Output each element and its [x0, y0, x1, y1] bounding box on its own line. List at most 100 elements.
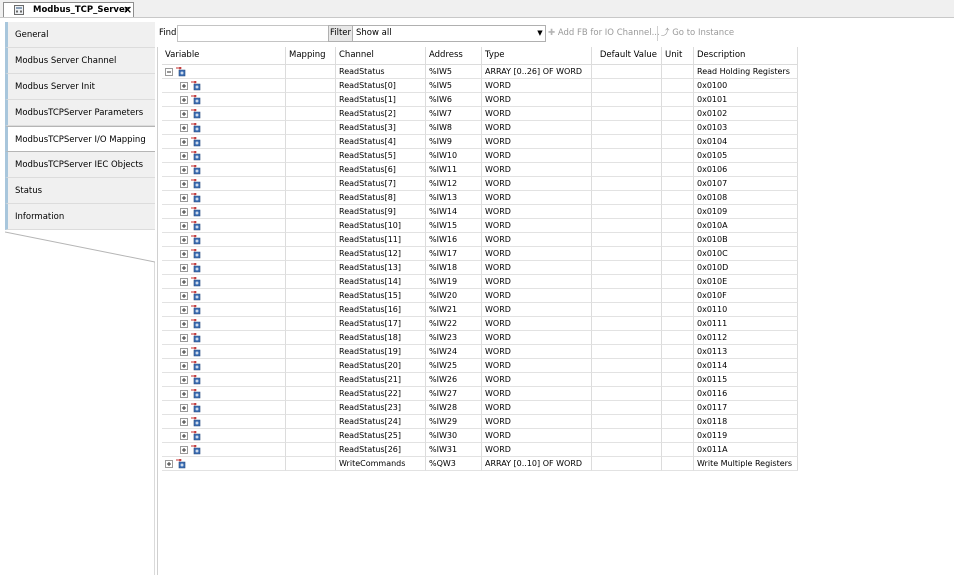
mapping-cell[interactable]	[286, 457, 336, 471]
unit-cell[interactable]	[662, 163, 694, 177]
table-row[interactable]: ReadStatus[19] %IW24 WORD 0x0113	[162, 345, 798, 359]
address-cell[interactable]: %IW20	[426, 289, 482, 303]
table-row[interactable]: ReadStatus[0] %IW5 WORD 0x0100	[162, 79, 798, 93]
mapping-cell[interactable]	[286, 191, 336, 205]
table-row[interactable]: ReadStatus[8] %IW13 WORD 0x0108	[162, 191, 798, 205]
type-cell[interactable]: WORD	[482, 303, 592, 317]
description-cell[interactable]: 0x0113	[694, 345, 798, 359]
channel-cell[interactable]: ReadStatus[6]	[336, 163, 426, 177]
column-header-unit[interactable]: Unit	[662, 47, 694, 64]
channel-cell[interactable]: ReadStatus[2]	[336, 107, 426, 121]
default-value-cell[interactable]	[592, 79, 662, 93]
tree-collapse-icon[interactable]	[165, 68, 173, 76]
column-header-type[interactable]: Type	[482, 47, 592, 64]
unit-cell[interactable]	[662, 457, 694, 471]
address-cell[interactable]: %IW24	[426, 345, 482, 359]
type-cell[interactable]: WORD	[482, 261, 592, 275]
table-row[interactable]: ReadStatus %IW5 ARRAY [0..26] OF WORD Read …	[162, 65, 798, 79]
default-value-cell[interactable]	[592, 275, 662, 289]
description-cell[interactable]: 0x010E	[694, 275, 798, 289]
channel-cell[interactable]: ReadStatus[17]	[336, 317, 426, 331]
table-row[interactable]: ReadStatus[9] %IW14 WORD 0x0109	[162, 205, 798, 219]
column-header-default-value[interactable]: Default Value	[592, 47, 662, 64]
unit-cell[interactable]	[662, 331, 694, 345]
tree-expand-icon[interactable]	[180, 138, 188, 146]
default-value-cell[interactable]	[592, 429, 662, 443]
table-row[interactable]: ReadStatus[7] %IW12 WORD 0x0107	[162, 177, 798, 191]
description-cell[interactable]: 0x0105	[694, 149, 798, 163]
address-cell[interactable]: %IW28	[426, 401, 482, 415]
tree-expand-icon[interactable]	[180, 446, 188, 454]
nav-item-modbus-server-init[interactable]: Modbus Server Init	[5, 74, 155, 100]
tree-expand-icon[interactable]	[180, 320, 188, 328]
unit-cell[interactable]	[662, 177, 694, 191]
type-cell[interactable]: WORD	[482, 205, 592, 219]
tree-expand-icon[interactable]	[180, 250, 188, 258]
description-cell[interactable]: 0x0106	[694, 163, 798, 177]
type-cell[interactable]: WORD	[482, 331, 592, 345]
variable-cell[interactable]	[162, 79, 286, 93]
description-cell[interactable]: 0x0118	[694, 415, 798, 429]
default-value-cell[interactable]	[592, 303, 662, 317]
description-cell[interactable]: 0x0107	[694, 177, 798, 191]
type-cell[interactable]: WORD	[482, 135, 592, 149]
mapping-cell[interactable]	[286, 331, 336, 345]
address-cell[interactable]: %IW15	[426, 219, 482, 233]
type-cell[interactable]: WORD	[482, 191, 592, 205]
table-row[interactable]: ReadStatus[23] %IW28 WORD 0x0117	[162, 401, 798, 415]
nav-item-modbus-server-channel[interactable]: Modbus Server Channel	[5, 48, 155, 74]
address-cell[interactable]: %IW14	[426, 205, 482, 219]
type-cell[interactable]: WORD	[482, 93, 592, 107]
channel-cell[interactable]: ReadStatus[5]	[336, 149, 426, 163]
type-cell[interactable]: WORD	[482, 233, 592, 247]
unit-cell[interactable]	[662, 261, 694, 275]
default-value-cell[interactable]	[592, 149, 662, 163]
table-row[interactable]: ReadStatus[16] %IW21 WORD 0x0110	[162, 303, 798, 317]
tree-expand-icon[interactable]	[180, 264, 188, 272]
tree-expand-icon[interactable]	[180, 194, 188, 202]
tree-expand-icon[interactable]	[180, 376, 188, 384]
nav-item-general[interactable]: General	[5, 22, 155, 48]
mapping-cell[interactable]	[286, 79, 336, 93]
type-cell[interactable]: WORD	[482, 415, 592, 429]
default-value-cell[interactable]	[592, 177, 662, 191]
description-cell[interactable]: 0x0102	[694, 107, 798, 121]
channel-cell[interactable]: ReadStatus	[336, 65, 426, 79]
unit-cell[interactable]	[662, 345, 694, 359]
nav-item-information[interactable]: Information	[5, 204, 155, 230]
address-cell[interactable]: %IW30	[426, 429, 482, 443]
nav-item-modbustcpserver-iec-objects[interactable]: ModbusTCPServer IEC Objects	[5, 152, 155, 178]
tree-expand-icon[interactable]	[180, 96, 188, 104]
variable-cell[interactable]	[162, 289, 286, 303]
description-cell[interactable]: 0x010C	[694, 247, 798, 261]
type-cell[interactable]: WORD	[482, 163, 592, 177]
table-row[interactable]: ReadStatus[1] %IW6 WORD 0x0101	[162, 93, 798, 107]
tree-expand-icon[interactable]	[180, 334, 188, 342]
type-cell[interactable]: WORD	[482, 443, 592, 457]
channel-cell[interactable]: ReadStatus[10]	[336, 219, 426, 233]
channel-cell[interactable]: ReadStatus[9]	[336, 205, 426, 219]
default-value-cell[interactable]	[592, 107, 662, 121]
channel-cell[interactable]: ReadStatus[18]	[336, 331, 426, 345]
type-cell[interactable]: WORD	[482, 149, 592, 163]
mapping-cell[interactable]	[286, 289, 336, 303]
unit-cell[interactable]	[662, 415, 694, 429]
mapping-cell[interactable]	[286, 317, 336, 331]
channel-cell[interactable]: ReadStatus[13]	[336, 261, 426, 275]
add-fb-for-io-channel-button[interactable]: ✚ Add FB for IO Channel...	[548, 26, 660, 41]
mapping-cell[interactable]	[286, 121, 336, 135]
address-cell[interactable]: %IW12	[426, 177, 482, 191]
channel-cell[interactable]: ReadStatus[8]	[336, 191, 426, 205]
mapping-cell[interactable]	[286, 247, 336, 261]
nav-item-modbustcpserver-parameters[interactable]: ModbusTCPServer Parameters	[5, 100, 155, 126]
mapping-cell[interactable]	[286, 135, 336, 149]
description-cell[interactable]: 0x0116	[694, 387, 798, 401]
editor-tab-modbus-tcp-server[interactable]: Modbus_TCP_Server ×	[3, 2, 134, 17]
channel-cell[interactable]: ReadStatus[7]	[336, 177, 426, 191]
tree-expand-icon[interactable]	[180, 236, 188, 244]
variable-cell[interactable]	[162, 387, 286, 401]
mapping-cell[interactable]	[286, 359, 336, 373]
channel-cell[interactable]: ReadStatus[24]	[336, 415, 426, 429]
table-row[interactable]: ReadStatus[5] %IW10 WORD 0x0105	[162, 149, 798, 163]
channel-cell[interactable]: ReadStatus[21]	[336, 373, 426, 387]
